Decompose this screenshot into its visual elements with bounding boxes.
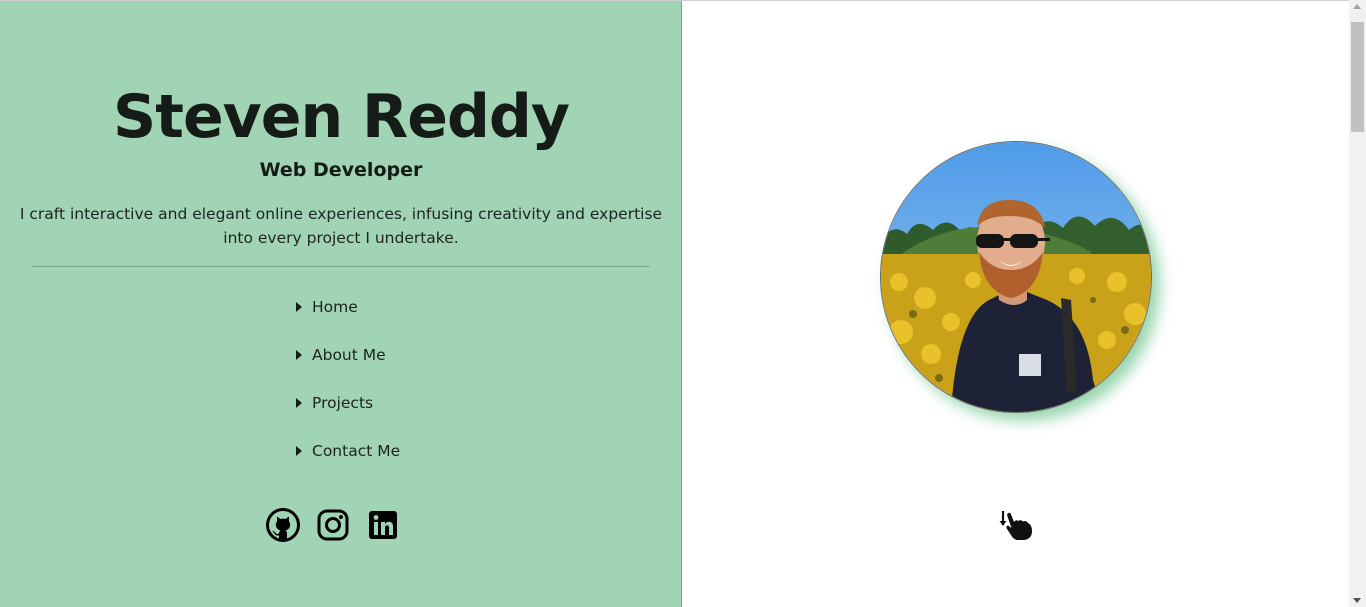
photo-panel <box>683 1 1349 607</box>
role-subtitle: Web Developer <box>259 159 423 181</box>
linkedin-icon[interactable] <box>366 508 400 542</box>
github-icon[interactable] <box>266 508 300 542</box>
nav-item-label: Contact Me <box>312 442 401 460</box>
profile-photo <box>880 141 1152 413</box>
name-heading: Steven Reddy <box>113 82 570 152</box>
nav-item-home[interactable]: Home <box>296 295 400 343</box>
scrollbar-thumb[interactable] <box>1351 22 1364 132</box>
nav-item-contact-me[interactable]: Contact Me <box>296 439 400 487</box>
caret-right-icon <box>296 302 302 312</box>
divider <box>32 266 650 267</box>
swipe-down-icon[interactable] <box>999 509 1035 543</box>
scroll-up-arrow-icon[interactable] <box>1353 4 1361 9</box>
portfolio-page: Steven Reddy Web Developer I craft inter… <box>0 0 1366 607</box>
scrollbar[interactable] <box>1349 0 1366 607</box>
intro-panel: Steven Reddy Web Developer I craft inter… <box>0 1 682 607</box>
caret-right-icon <box>296 446 302 456</box>
nav-item-label: About Me <box>312 346 386 364</box>
nav-item-about-me[interactable]: About Me <box>296 343 400 391</box>
nav-menu: Home About Me Projects Contact Me <box>296 295 400 487</box>
intro-text: I craft interactive and elegant online e… <box>19 205 663 247</box>
nav-item-label: Projects <box>312 394 374 412</box>
caret-right-icon <box>296 398 302 408</box>
social-links <box>266 508 400 542</box>
nav-item-projects[interactable]: Projects <box>296 391 400 439</box>
caret-right-icon <box>296 350 302 360</box>
instagram-icon[interactable] <box>316 508 350 542</box>
scroll-down-arrow-icon[interactable] <box>1353 598 1361 603</box>
nav-item-label: Home <box>312 298 358 316</box>
